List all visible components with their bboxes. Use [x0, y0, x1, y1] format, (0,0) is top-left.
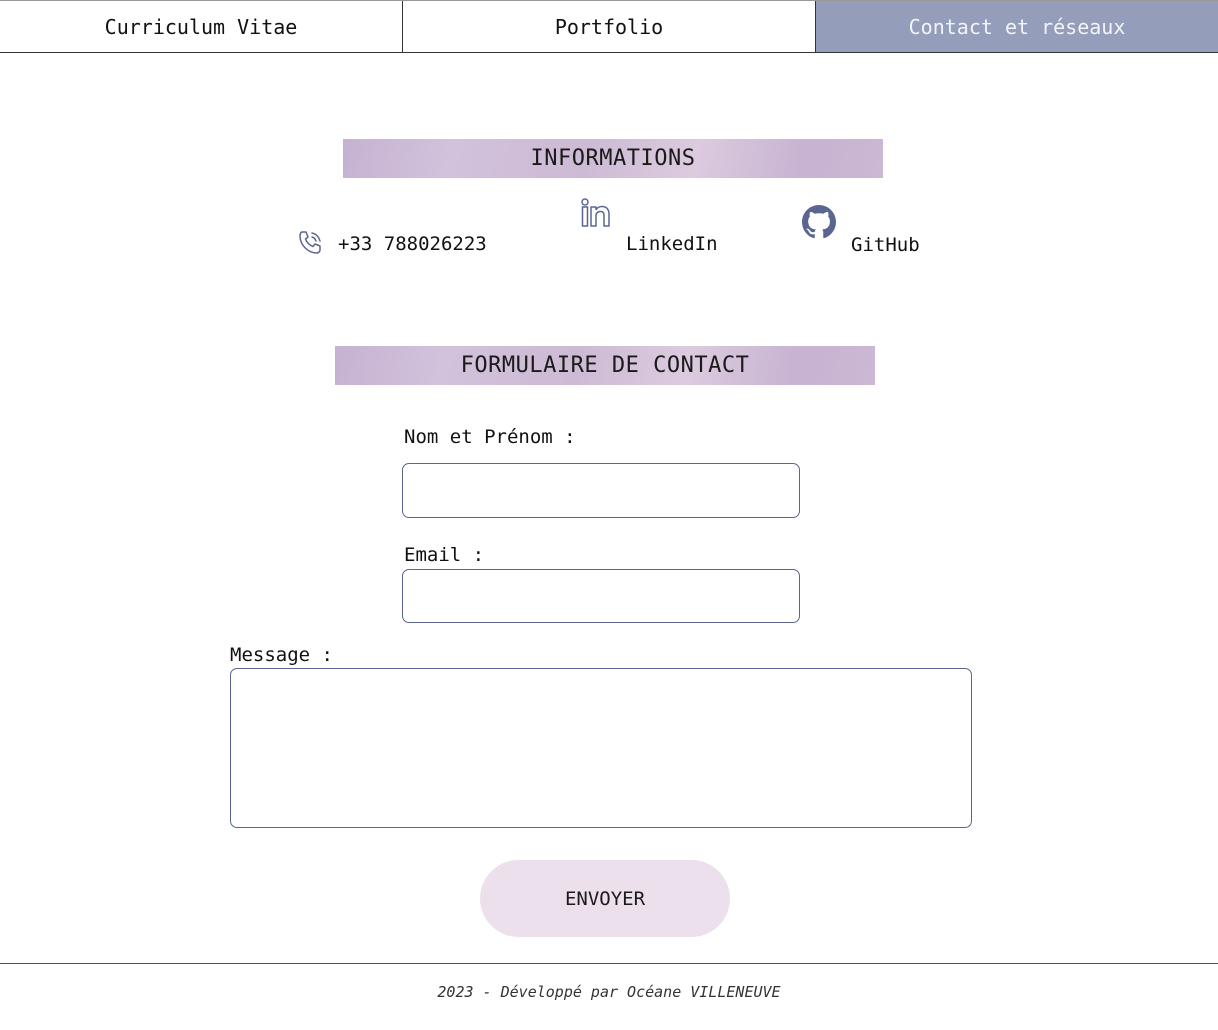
contact-form-heading: FORMULAIRE DE CONTACT: [335, 346, 875, 385]
message-field[interactable]: [230, 668, 972, 828]
github-link[interactable]: GitHub: [851, 234, 920, 256]
email-label: Email :: [404, 544, 485, 566]
tab-portfolio[interactable]: Portfolio: [403, 1, 816, 52]
footer-divider: [0, 963, 1218, 964]
phone-number[interactable]: +33 788026223: [338, 233, 487, 255]
linkedin-link[interactable]: LinkedIn: [626, 233, 718, 255]
name-label: Nom et Prénom :: [404, 426, 576, 448]
message-label: Message :: [230, 644, 333, 666]
github-icon[interactable]: [802, 205, 836, 239]
email-field[interactable]: [402, 569, 800, 623]
send-button[interactable]: ENVOYER: [480, 860, 730, 937]
footer-credit: 2023 - Développé par Océane VILLENEUVE: [437, 983, 781, 1001]
linkedin-icon[interactable]: [580, 197, 612, 229]
name-field[interactable]: [402, 463, 800, 518]
tab-curriculum-vitae[interactable]: Curriculum Vitae: [0, 1, 403, 52]
informations-heading: INFORMATIONS: [343, 139, 883, 178]
top-navigation: Curriculum Vitae Portfolio Contact et ré…: [0, 0, 1218, 53]
tab-contact-et-reseaux[interactable]: Contact et réseaux: [816, 1, 1218, 52]
phone-icon: [299, 231, 321, 254]
